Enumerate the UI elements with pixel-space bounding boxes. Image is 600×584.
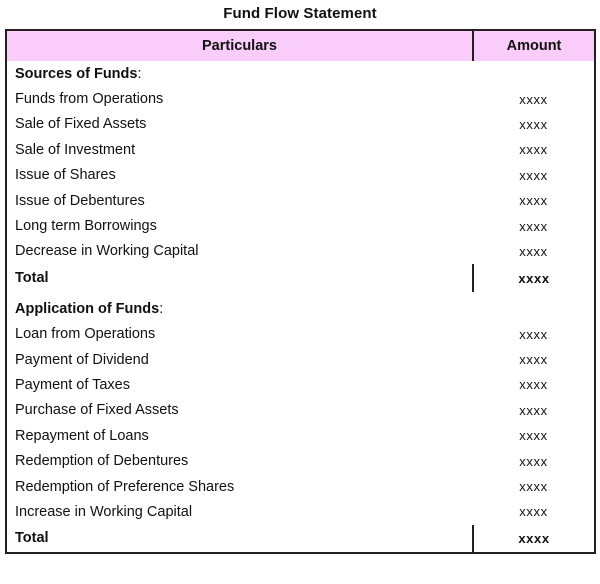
total-row: Total xxxx [6,264,595,293]
row-particulars: Issue of Shares [15,167,116,184]
row-particulars: Redemption of Debentures [15,453,189,470]
section-heading-row: Application of Funds: [6,296,595,321]
section-heading: Sources of Funds: [6,61,473,86]
row-amount: xxxx [519,377,548,393]
row-particulars: Funds from Operations [15,91,164,108]
section-heading-text: Application of Funds [15,300,160,317]
row-amount: xxxx [519,243,548,259]
table-row: Loan from Operations xxxx [6,322,595,347]
row-amount: xxxx [519,352,548,368]
table-row: Sale of Investment xxxx [6,137,595,162]
row-amount: xxxx [519,116,548,132]
total-amount: xxxx [518,530,550,546]
section-heading-colon: : [159,300,164,317]
row-amount: xxxx [519,91,548,107]
row-particulars: Issue of Debentures [15,192,145,209]
row-particulars: Repayment of Loans [15,427,149,444]
section-heading-text: Sources of Funds [15,65,138,82]
table-row: Purchase of Fixed Assets xxxx [6,398,595,423]
section-heading-amount [473,61,595,86]
total-row: Total xxxx [6,524,595,553]
table-body: Sources of Funds: Funds from Operations xx… [6,61,595,553]
row-particulars: Sale of Fixed Assets [15,116,147,133]
row-particulars: Purchase of Fixed Assets [15,402,179,419]
table-header-row: Particulars Amount [6,30,595,61]
section-heading-colon: : [137,65,142,82]
total-label: Total [6,524,474,553]
fund-flow-statement-page: Fund Flow Statement Particulars Amount S… [0,0,600,584]
table-row: Decrease in Working Capital xxxx [6,239,595,264]
row-particulars: Increase in Working Capital [15,503,193,520]
column-header-amount: Amount [473,30,595,61]
table-row: Redemption of Preference Shares xxxx [6,474,595,499]
fund-flow-table-wrapper: Particulars Amount Sources of Funds: Fund… [5,29,596,554]
row-amount: xxxx [519,167,548,183]
table-header: Particulars Amount [6,30,595,61]
section-heading-row: Sources of Funds: [6,61,595,86]
table-row: Redemption of Debentures xxxx [6,448,595,473]
total-label: Total [6,264,474,293]
fund-flow-table: Particulars Amount Sources of Funds: Fund… [5,29,596,554]
section-heading: Application of Funds: [6,296,473,321]
row-amount: xxxx [519,218,548,234]
table-row: Payment of Dividend xxxx [6,347,595,372]
row-amount: xxxx [519,326,548,342]
table-row: Funds from Operations xxxx [6,86,595,111]
row-amount: xxxx [519,479,548,495]
table-row: Payment of Taxes xxxx [6,372,595,397]
table-row: Issue of Shares xxxx [6,163,595,188]
column-header-particulars: Particulars [6,30,474,61]
row-particulars: Loan from Operations [15,326,156,343]
row-particulars: Payment of Taxes [15,376,130,393]
row-particulars: Long term Borrowings [15,218,157,235]
row-amount: xxxx [519,402,548,418]
total-amount: xxxx [518,270,550,286]
table-row: Repayment of Loans xxxx [6,423,595,448]
table-row: Sale of Fixed Assets xxxx [6,112,595,137]
table-row: Issue of Debentures xxxx [6,188,595,213]
row-amount: xxxx [519,504,548,520]
row-amount: xxxx [519,428,548,444]
row-amount: xxxx [519,193,548,209]
section-heading-amount [473,296,595,321]
row-particulars: Decrease in Working Capital [15,243,199,260]
page-title: Fund Flow Statement [223,5,377,22]
row-amount: xxxx [519,453,548,469]
table-row: Increase in Working Capital xxxx [6,499,595,524]
table-row: Long term Borrowings xxxx [6,213,595,238]
row-amount: xxxx [519,142,548,158]
row-particulars: Sale of Investment [15,141,136,158]
row-particulars: Payment of Dividend [15,351,149,368]
row-particulars: Redemption of Preference Shares [15,478,235,495]
